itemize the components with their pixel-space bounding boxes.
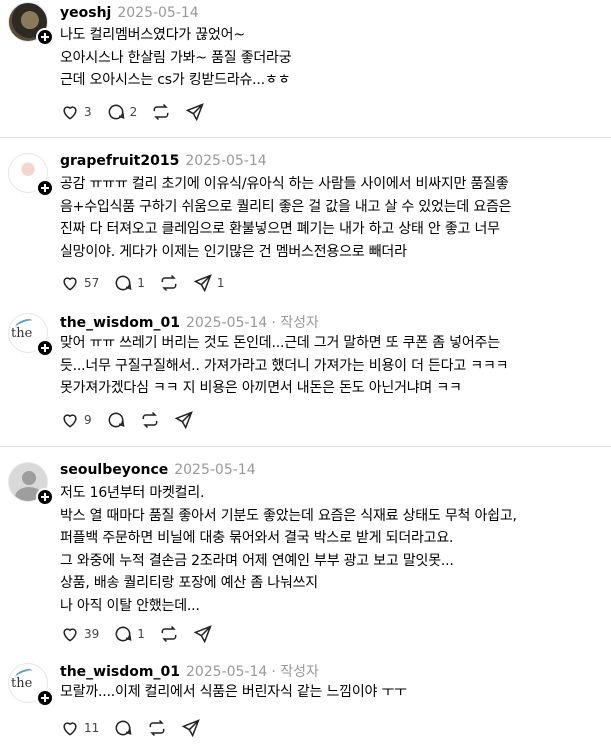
repost-icon: [149, 719, 165, 737]
send-icon: [193, 274, 212, 293]
divider: [0, 446, 611, 447]
send-icon: [182, 719, 201, 738]
heart-icon: [63, 277, 77, 291]
repost-button[interactable]: [140, 410, 160, 430]
post-text: 저도 16년부터 마켓컬리. 박스 열 때마다 품질 좋아서 기분도 좋았는데 …: [60, 485, 517, 614]
avatar[interactable]: [8, 462, 54, 506]
post-text: 맞어 ㅠㅠ 쓰레기 버리는 것도 돈인데...근데 그거 말하면 또 쿠폰 좀 …: [60, 335, 509, 396]
avatar[interactable]: the: [8, 313, 54, 357]
username[interactable]: seoulbeyonce: [60, 462, 168, 478]
reply-count: 2: [129, 105, 138, 119]
post-text: 나도 컬리멤버스였다가 끊었어~ 오아시스나 한살림 가봐~ 품질 좋더라궁 근…: [60, 27, 292, 88]
like-button[interactable]: 3: [60, 102, 92, 122]
repost-button[interactable]: [159, 273, 179, 293]
share-button[interactable]: [181, 718, 201, 738]
post-date: 2025-05-14: [185, 315, 268, 331]
like-count: 57: [84, 276, 100, 290]
reply-count: 1: [137, 627, 145, 641]
send-icon: [174, 411, 193, 430]
follow-plus-icon[interactable]: [36, 179, 54, 197]
reply-button[interactable]: 2: [106, 102, 138, 122]
reply-button[interactable]: [106, 410, 126, 430]
like-button[interactable]: 39: [60, 624, 99, 644]
post-text: 모랄까....이제 컬리에서 식품은 버린자식 같는 느낌이야 ㅜㅜ: [60, 684, 407, 700]
heart-icon: [63, 106, 77, 120]
comment-icon: [115, 626, 132, 642]
follow-plus-icon[interactable]: [36, 488, 54, 506]
repost-icon: [142, 411, 158, 429]
heart-icon: [63, 722, 77, 736]
share-button[interactable]: [185, 102, 205, 122]
reply-button[interactable]: 1: [113, 273, 145, 293]
repost-icon: [161, 274, 177, 292]
like-button[interactable]: 11: [60, 718, 99, 738]
username[interactable]: the_wisdom_01: [60, 664, 180, 680]
reply-button[interactable]: [113, 718, 133, 738]
follow-plus-icon[interactable]: [36, 339, 54, 357]
avatar[interactable]: the: [8, 663, 54, 707]
like-button[interactable]: 9: [60, 410, 92, 430]
like-count: 39: [84, 627, 100, 641]
follow-plus-icon[interactable]: [36, 689, 54, 707]
username[interactable]: yeoshj: [60, 5, 111, 21]
share-count: 1: [216, 276, 225, 290]
divider: [0, 137, 611, 138]
send-icon: [193, 625, 212, 644]
like-count: 11: [84, 721, 100, 735]
repost-icon: [161, 625, 177, 643]
post-text: 공감 ㅠㅠㅠ 컬리 초기에 이유식/유아식 하는 사람들 사이에서 비싸지만 품…: [60, 176, 512, 260]
repost-icon: [153, 103, 169, 121]
username[interactable]: grapefruit2015: [60, 153, 179, 169]
author-badge: · 작성자: [271, 664, 319, 680]
repost-button[interactable]: [159, 624, 179, 644]
send-icon: [186, 103, 205, 122]
post-date: 2025-05-14: [117, 5, 199, 21]
follow-plus-icon[interactable]: [36, 28, 54, 46]
repost-button[interactable]: [151, 102, 171, 122]
share-button[interactable]: 1: [193, 273, 225, 293]
post-date: 2025-05-14: [185, 153, 267, 169]
repost-button[interactable]: [147, 718, 167, 738]
comment-icon: [108, 104, 125, 120]
post-date: 2025-05-14: [174, 462, 256, 478]
like-button[interactable]: 57: [60, 273, 99, 293]
heart-icon: [63, 414, 77, 428]
share-button[interactable]: [174, 410, 194, 430]
heart-icon: [63, 628, 77, 642]
comment-icon: [108, 412, 125, 428]
username[interactable]: the_wisdom_01: [60, 315, 180, 331]
comment-icon: [115, 275, 132, 291]
reply-button[interactable]: 1: [113, 624, 145, 644]
post-date: 2025-05-14: [185, 664, 268, 680]
like-count: 3: [84, 105, 92, 119]
avatar[interactable]: [8, 153, 54, 197]
like-count: 9: [84, 413, 92, 427]
reply-count: 1: [137, 276, 145, 290]
comment-icon: [115, 720, 132, 736]
share-button[interactable]: [193, 624, 213, 644]
author-badge: · 작성자: [271, 315, 319, 331]
avatar[interactable]: [8, 2, 54, 46]
